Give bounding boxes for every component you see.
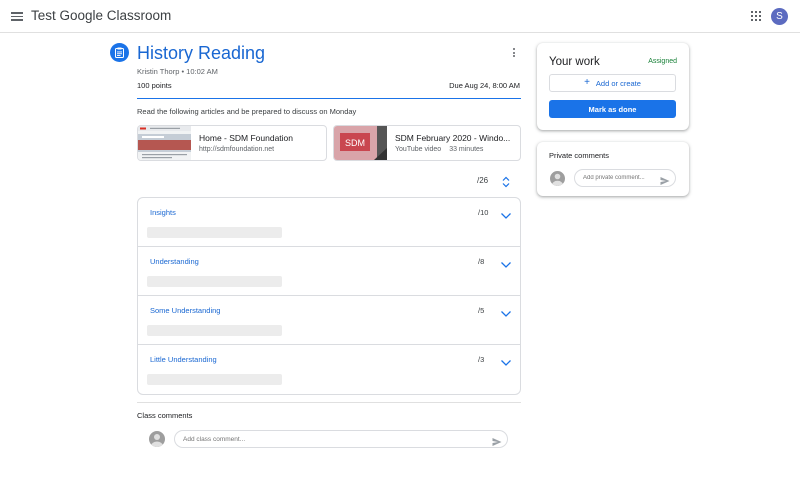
criterion-name[interactable]: Understanding — [150, 257, 199, 266]
avatar — [550, 171, 565, 186]
private-comments-label: Private comments — [549, 151, 610, 160]
send-icon[interactable] — [660, 173, 670, 185]
due-date: Due Aug 24, 8:00 AM — [449, 81, 520, 90]
account-avatar[interactable]: S — [771, 8, 788, 25]
chevron-down-icon[interactable] — [500, 305, 512, 317]
chevron-down-icon[interactable] — [500, 256, 512, 268]
criterion-points: /5 — [478, 306, 485, 315]
comments-divider — [137, 402, 521, 403]
attachment-video[interactable]: SDM SDM February 2020 - Windo... YouTube… — [333, 125, 521, 161]
criterion-points: /3 — [478, 355, 485, 364]
your-work-card: Your work Assigned + Add or create Mark … — [537, 43, 689, 130]
attachment-link[interactable]: Home - SDM Foundation http://sdmfoundati… — [137, 125, 327, 161]
attachment-title: SDM February 2020 - Windo... — [395, 133, 511, 143]
chevron-down-icon[interactable] — [500, 207, 512, 219]
criterion-name[interactable]: Insights — [150, 208, 176, 217]
plus-icon: + — [584, 77, 590, 88]
chevron-down-icon[interactable] — [500, 354, 512, 366]
attachment-url: http://sdmfoundation.net — [199, 146, 275, 153]
top-bar: Test Google Classroom S — [0, 0, 800, 33]
rubric-criterion: Some Understanding /5 — [138, 296, 520, 345]
page-title: History Reading — [137, 43, 266, 63]
your-work-title: Your work — [549, 56, 600, 68]
rubric-criterion: Understanding /8 — [138, 247, 520, 296]
class-comments-label: Class comments — [137, 411, 193, 420]
rubric-criterion: Insights /10 — [138, 198, 520, 247]
app-title[interactable]: Test Google Classroom — [31, 8, 171, 23]
assignment-points: 100 points — [137, 81, 172, 90]
criterion-points: /10 — [478, 208, 489, 217]
header-divider — [137, 98, 521, 99]
status-badge: Assigned — [648, 58, 677, 65]
video-duration: 33 minutes — [449, 146, 484, 153]
menu-icon[interactable] — [11, 12, 23, 21]
add-or-create-label: Add or create — [595, 78, 641, 88]
add-or-create-button[interactable]: + Add or create — [549, 74, 676, 92]
website-thumbnail — [138, 126, 191, 160]
rubric: Insights /10 Understanding /8 Some Under… — [137, 197, 521, 395]
mark-as-done-button[interactable]: Mark as done — [549, 100, 676, 118]
assignment-meta: Kristin Thorp • 10:02 AM — [137, 67, 218, 76]
attachment-title: Home - SDM Foundation — [199, 133, 294, 143]
video-thumbnail-label: SDM — [345, 138, 365, 148]
criterion-name[interactable]: Little Understanding — [150, 355, 217, 364]
rubric-total: /26 — [477, 176, 489, 185]
instructions: Read the following articles and be prepa… — [137, 107, 357, 116]
send-icon[interactable] — [492, 434, 502, 446]
attachment-subtitle: YouTube video 33 minutes — [395, 146, 484, 153]
criterion-name[interactable]: Some Understanding — [150, 306, 220, 315]
criterion-points: /8 — [478, 257, 485, 266]
avatar — [149, 431, 165, 447]
more-vert-icon[interactable] — [512, 48, 516, 60]
criterion-placeholder — [147, 374, 282, 385]
assignment-icon — [110, 43, 129, 62]
criterion-placeholder — [147, 227, 282, 238]
criterion-placeholder — [147, 276, 282, 287]
video-thumbnail: SDM — [334, 126, 387, 160]
criterion-placeholder — [147, 325, 282, 336]
private-comments-card: Private comments — [537, 142, 689, 196]
expand-icon[interactable] — [501, 175, 511, 188]
apps-icon[interactable] — [751, 11, 761, 21]
class-comment-input[interactable] — [174, 430, 508, 448]
rubric-criterion: Little Understanding /3 — [138, 345, 520, 394]
